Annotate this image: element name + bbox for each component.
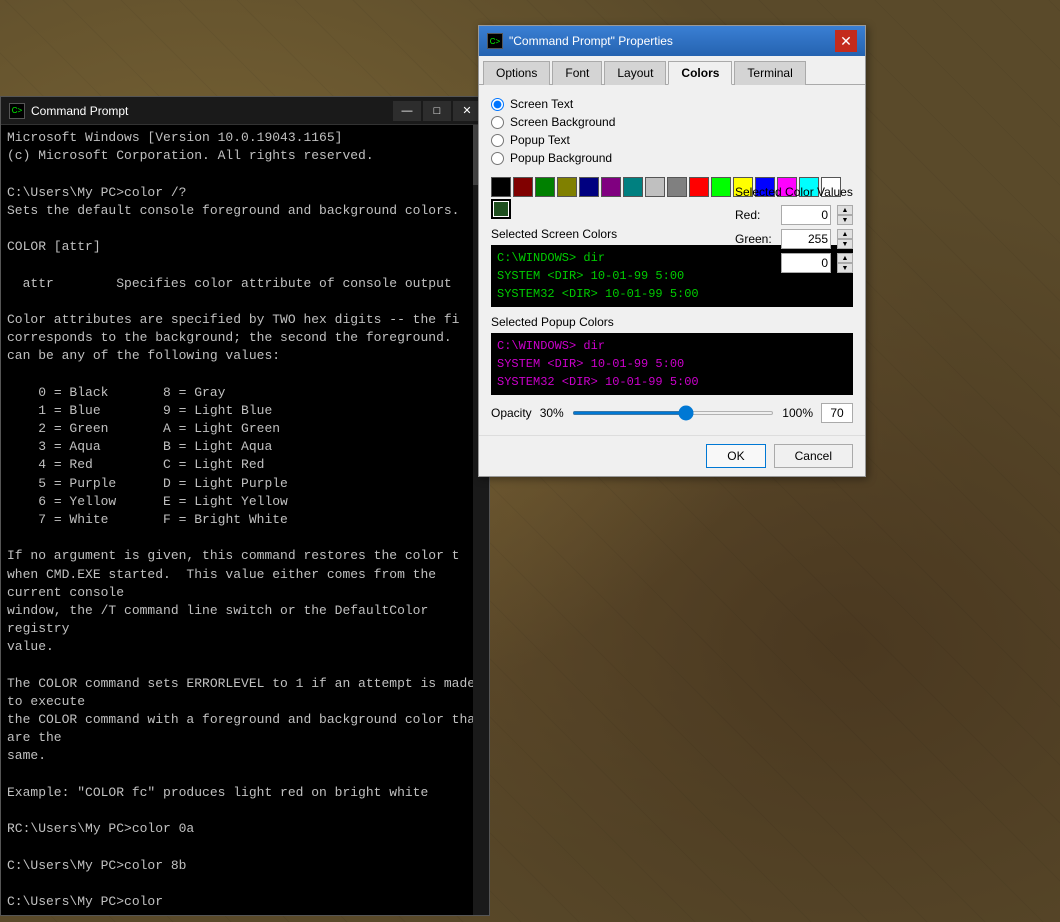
dialog-title: "Command Prompt" Properties [509,34,835,48]
swatch-black[interactable] [491,177,511,197]
opacity-label: Opacity [491,406,532,420]
green-value-row: Green: ▲ ▼ [735,229,853,249]
opacity-max-label: 100% [782,406,813,420]
dialog-tabs: Options Font Layout Colors Terminal [479,56,865,85]
blue-value-row: Blue: ▲ ▼ [735,253,853,273]
red-input[interactable] [781,205,831,225]
swatch-gray[interactable] [667,177,687,197]
radio-screen-background[interactable]: Screen Background [491,115,853,129]
swatch-navy[interactable] [579,177,599,197]
swatch-olive[interactable] [557,177,577,197]
swatch-darkgreen[interactable] [535,177,555,197]
dialog-close-button[interactable]: ✕ [835,30,857,52]
swatch-lime[interactable] [711,177,731,197]
dialog-content: Screen Text Screen Background Popup Text… [479,85,865,435]
popup-preview-line1: C:\WINDOWS> dir [497,337,847,355]
dialog-titlebar: C> "Command Prompt" Properties ✕ [479,26,865,56]
popup-preview-line3: SYSTEM32 <DIR> 10-01-99 5:00 [497,373,847,391]
popup-colors-label: Selected Popup Colors [491,315,853,329]
cmd-minimize-button[interactable]: — [393,101,421,121]
swatch-darkred[interactable] [513,177,533,197]
radio-popup-text[interactable]: Popup Text [491,133,853,147]
popup-colors-section: Selected Popup Colors C:\WINDOWS> dir SY… [491,315,853,395]
swatch-red[interactable] [689,177,709,197]
dialog-buttons: OK Cancel [479,435,865,476]
radio-screen-text[interactable]: Screen Text [491,97,853,111]
cmd-maximize-button[interactable]: □ [423,101,451,121]
cmd-window-icon: C> [9,103,25,119]
blue-input[interactable] [781,253,831,273]
cmd-title: Command Prompt [31,104,393,118]
opacity-slider[interactable] [572,411,775,415]
tab-font[interactable]: Font [552,61,602,85]
red-value-row: Red: ▲ ▼ [735,205,853,225]
swatch-purple[interactable] [601,177,621,197]
tab-colors[interactable]: Colors [668,61,732,85]
blue-label: Blue: [735,256,775,270]
opacity-min-label: 30% [540,406,564,420]
cmd-text: Microsoft Windows [Version 10.0.19043.11… [7,129,483,915]
cmd-window: C> Command Prompt — □ ✕ Microsoft Window… [0,96,490,916]
opacity-section: Opacity 30% 100% [491,403,853,423]
color-values-section: Selected Color Values Red: ▲ ▼ Green: ▲ … [735,185,853,277]
popup-preview-line2: SYSTEM <DIR> 10-01-99 5:00 [497,355,847,373]
radio-group: Screen Text Screen Background Popup Text… [491,97,853,165]
swatch-teal[interactable] [623,177,643,197]
cancel-button[interactable]: Cancel [774,444,853,468]
green-spin-down[interactable]: ▼ [837,239,853,249]
cmd-window-controls: — □ ✕ [393,101,481,121]
tab-layout[interactable]: Layout [604,61,666,85]
ok-button[interactable]: OK [706,444,765,468]
radio-popup-background[interactable]: Popup Background [491,151,853,165]
green-spinner[interactable]: ▲ ▼ [837,229,853,249]
red-spin-down[interactable]: ▼ [837,215,853,225]
green-spin-up[interactable]: ▲ [837,229,853,239]
blue-spin-up[interactable]: ▲ [837,253,853,263]
tab-terminal[interactable]: Terminal [734,61,805,85]
green-label: Green: [735,232,775,246]
blue-spin-down[interactable]: ▼ [837,263,853,273]
red-spinner[interactable]: ▲ ▼ [837,205,853,225]
red-spin-up[interactable]: ▲ [837,205,853,215]
green-input[interactable] [781,229,831,249]
cmd-close-button[interactable]: ✕ [453,101,481,121]
color-values-title: Selected Color Values [735,185,853,199]
tab-options[interactable]: Options [483,61,550,85]
swatch-custom[interactable] [491,199,511,219]
popup-preview: C:\WINDOWS> dir SYSTEM <DIR> 10-01-99 5:… [491,333,853,395]
swatch-silver[interactable] [645,177,665,197]
opacity-value-input[interactable] [821,403,853,423]
dialog-icon: C> [487,33,503,49]
screen-preview-line3: SYSTEM32 <DIR> 10-01-99 5:00 [497,285,847,303]
blue-spinner[interactable]: ▲ ▼ [837,253,853,273]
properties-dialog: C> "Command Prompt" Properties ✕ Options… [478,25,866,477]
cmd-titlebar: C> Command Prompt — □ ✕ [1,97,489,125]
red-label: Red: [735,208,775,222]
cmd-content: Microsoft Windows [Version 10.0.19043.11… [1,125,489,915]
